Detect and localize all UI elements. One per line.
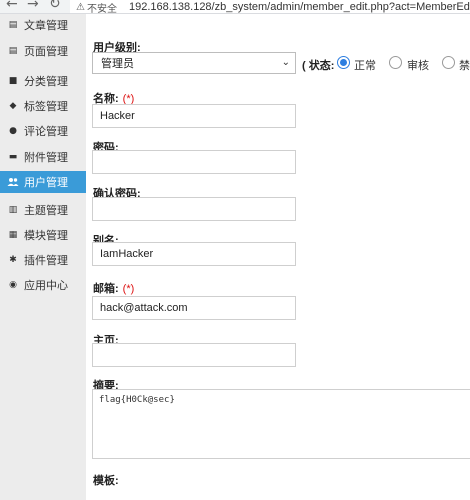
- user-level-select[interactable]: 管理员 ⌄: [92, 52, 296, 74]
- warning-triangle-icon[interactable]: ⚠: [76, 2, 85, 13]
- status-radio-normal[interactable]: [337, 56, 350, 69]
- sidebar-item-label: 应用中心: [24, 280, 68, 292]
- status-radio-pending[interactable]: [389, 56, 402, 69]
- name-input[interactable]: Hacker: [92, 104, 296, 128]
- sidebar: ▤ 文章管理 ▤ 页面管理 ■ 分类管理 ◆ 标签管理 ● 评论管理 ▬ 附件管…: [0, 14, 86, 500]
- template-label: 模板:: [93, 475, 119, 487]
- sidebar-item-categories[interactable]: ■ 分类管理: [0, 70, 86, 92]
- article-icon: ▤: [8, 20, 18, 30]
- sidebar-item-app-center[interactable]: ◉ 应用中心: [0, 274, 86, 296]
- password-input[interactable]: [92, 150, 296, 174]
- sidebar-item-label: 主题管理: [24, 205, 68, 217]
- users-icon: [6, 175, 20, 189]
- email-label: 邮箱: (*): [93, 280, 134, 296]
- email-label-text: 邮箱:: [93, 283, 119, 295]
- plugin-icon: ✱: [9, 255, 17, 265]
- sidebar-item-users[interactable]: 用户管理: [0, 171, 86, 193]
- chevron-down-icon: ⌄: [281, 57, 290, 68]
- sidebar-item-plugins[interactable]: ✱ 插件管理: [0, 249, 86, 271]
- status-label: ( 状态:: [302, 60, 335, 72]
- back-arrow-icon[interactable]: ←: [6, 0, 18, 11]
- tag-icon: ◆: [9, 101, 17, 111]
- sidebar-item-label: 文章管理: [24, 20, 68, 32]
- module-icon: ▦: [8, 230, 18, 240]
- url-text[interactable]: 192.168.138.128/zb_system/admin/member_e…: [129, 1, 470, 13]
- address-bar[interactable]: ⚠ 不安全 192.168.138.128/zb_system/admin/me…: [70, 0, 470, 14]
- sidebar-item-label: 用户管理: [24, 177, 68, 189]
- comment-icon: ●: [9, 126, 17, 136]
- attachment-icon: ▬: [8, 152, 18, 162]
- sidebar-item-label: 附件管理: [24, 152, 68, 164]
- reload-icon[interactable]: ↻: [49, 0, 61, 11]
- sidebar-item-label: 插件管理: [24, 255, 68, 267]
- sidebar-item-articles[interactable]: ▤ 文章管理: [0, 14, 86, 36]
- status-option-pending[interactable]: 审核: [407, 57, 429, 73]
- email-input[interactable]: hack@attack.com: [92, 296, 296, 320]
- sidebar-item-themes[interactable]: ▥ 主题管理: [0, 199, 86, 221]
- confirm-password-input[interactable]: [92, 197, 296, 221]
- folder-icon: ■: [8, 76, 18, 86]
- required-mark: (*): [122, 283, 135, 295]
- sidebar-item-label: 分类管理: [24, 76, 68, 88]
- summary-textarea[interactable]: flag{H0Ck@sec}: [92, 389, 470, 459]
- sidebar-item-comments[interactable]: ● 评论管理: [0, 120, 86, 142]
- alias-input[interactable]: IamHacker: [92, 242, 296, 266]
- homepage-input[interactable]: [92, 343, 296, 367]
- theme-icon: ▥: [8, 205, 18, 215]
- sidebar-item-label: 页面管理: [24, 46, 68, 58]
- insecure-label[interactable]: 不安全: [87, 0, 117, 14]
- app-center-icon: ◉: [9, 280, 17, 290]
- forward-arrow-icon[interactable]: →: [27, 0, 39, 11]
- page-icon: ▤: [8, 46, 18, 56]
- sidebar-item-tags[interactable]: ◆ 标签管理: [0, 95, 86, 117]
- sidebar-item-label: 模块管理: [24, 230, 68, 242]
- sidebar-item-attachments[interactable]: ▬ 附件管理: [0, 146, 86, 168]
- sidebar-item-modules[interactable]: ▦ 模块管理: [0, 224, 86, 246]
- status-option-normal[interactable]: 正常: [354, 57, 376, 73]
- sidebar-item-label: 评论管理: [24, 126, 68, 138]
- status-radio-banned[interactable]: [442, 56, 455, 69]
- browser-toolbar: ← → ↻ ⚠ 不安全 192.168.138.128/zb_system/ad…: [0, 0, 470, 14]
- user-level-value: 管理员: [101, 58, 134, 70]
- sidebar-item-label: 标签管理: [24, 101, 68, 113]
- status-option-banned[interactable]: 禁: [459, 57, 470, 73]
- sidebar-item-pages[interactable]: ▤ 页面管理: [0, 40, 86, 62]
